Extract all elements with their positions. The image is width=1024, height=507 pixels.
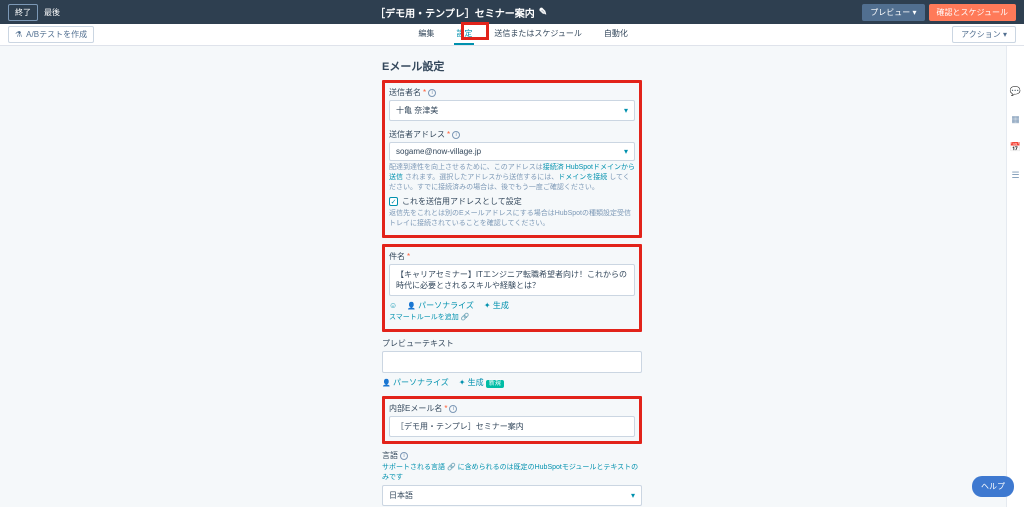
side-rail: 💬 ▦ 📅 ☰ bbox=[1006, 46, 1024, 507]
page-title: ［デモ用・テンプレ］セミナー案内 ✎ bbox=[68, 5, 854, 20]
internal-name-input[interactable]: ［デモ用・テンプレ］セミナー案内 bbox=[389, 416, 635, 437]
generate-link[interactable]: ✦ 生成 bbox=[484, 300, 509, 311]
comment-icon[interactable]: 💬 bbox=[1011, 86, 1021, 96]
info-icon: i bbox=[449, 405, 457, 413]
reply-address-help: 返信先をこれとは別のEメールアドレスにする場合はHubSpotの種類設定受信トレ… bbox=[389, 209, 635, 229]
annotation-box-subject: 件名* 【キャリアセミナー】ITエンジニア転職希望者向け！これからの時代に必要と… bbox=[382, 244, 642, 332]
personalize-link[interactable]: 👤 パーソナライズ bbox=[382, 377, 449, 388]
language-help: サポートされる言語 🔗 に含められるのは既定のHubSpotモジュールとテキスト… bbox=[382, 463, 642, 483]
chevron-down-icon: ▾ bbox=[624, 147, 628, 156]
beaker-icon: ⚗ bbox=[15, 30, 22, 39]
main-content: Eメール設定 送信者名*i 十亀 奈津美▾ 送信者アドレス*i sogame@n… bbox=[0, 46, 1024, 507]
from-address-help: 配達到達性を向上させるために、このアドレスは接続済 HubSpotドメインから送… bbox=[389, 163, 635, 192]
tab-send[interactable]: 送信またはスケジュール bbox=[492, 24, 583, 45]
subject-input[interactable]: 【キャリアセミナー】ITエンジニア転職希望者向け！これからの時代に必要とされるス… bbox=[389, 264, 635, 296]
chevron-down-icon: ▾ bbox=[631, 491, 635, 500]
info-icon: i bbox=[400, 452, 408, 460]
tabs: 編集 設定 送信またはスケジュール 自動化 bbox=[94, 24, 952, 45]
annotation-box-internal: 内部Eメール名*i ［デモ用・テンプレ］セミナー案内 bbox=[382, 396, 642, 444]
grid-icon[interactable]: ▦ bbox=[1011, 114, 1021, 124]
new-badge: 新規 bbox=[486, 380, 504, 388]
from-name-select[interactable]: 十亀 奈津美▾ bbox=[389, 100, 635, 121]
info-icon: i bbox=[452, 131, 460, 139]
sub-bar: ⚗ A/Bテストを作成 編集 設定 送信またはスケジュール 自動化 アクション … bbox=[0, 24, 1024, 46]
personalize-link[interactable]: 👤 パーソナライズ bbox=[407, 300, 474, 311]
help-fab[interactable]: ヘルプ bbox=[972, 476, 1014, 497]
language-select[interactable]: 日本語▾ bbox=[382, 485, 642, 506]
from-address-select[interactable]: sogame@now-village.jp▾ bbox=[389, 142, 635, 161]
breadcrumb: 最後 bbox=[44, 7, 60, 18]
list-icon[interactable]: ☰ bbox=[1011, 170, 1021, 180]
actions-dropdown[interactable]: アクション ▾ bbox=[952, 26, 1016, 43]
tab-edit[interactable]: 編集 bbox=[416, 24, 436, 45]
reply-address-checkbox[interactable]: ✓ bbox=[389, 197, 398, 206]
preview-text-input[interactable] bbox=[382, 351, 642, 373]
publish-schedule-button[interactable]: 確認とスケジュール bbox=[929, 4, 1016, 21]
info-icon: i bbox=[428, 89, 436, 97]
preview-button[interactable]: プレビュー ▾ bbox=[862, 4, 924, 21]
tab-settings[interactable]: 設定 bbox=[454, 24, 474, 45]
smart-rules-link[interactable]: スマートルールを追加 🔗 bbox=[389, 314, 469, 321]
top-bar: 終了 最後 ［デモ用・テンプレ］セミナー案内 ✎ プレビュー ▾ 確認とスケジュ… bbox=[0, 0, 1024, 24]
ab-test-button[interactable]: ⚗ A/Bテストを作成 bbox=[8, 26, 94, 43]
chevron-down-icon: ▾ bbox=[624, 106, 628, 115]
section-title: Eメール設定 bbox=[382, 58, 642, 74]
tab-automation[interactable]: 自動化 bbox=[602, 24, 630, 45]
calendar-icon[interactable]: 📅 bbox=[1011, 142, 1021, 152]
annotation-box-sender: 送信者名*i 十亀 奈津美▾ 送信者アドレス*i sogame@now-vill… bbox=[382, 80, 642, 238]
generate-link[interactable]: ✦ 生成 新規 bbox=[459, 377, 504, 388]
reply-address-label: これを送信用アドレスとして設定 bbox=[402, 196, 522, 207]
emoji-icon[interactable]: ☺ bbox=[389, 301, 397, 310]
connect-domain-link[interactable]: ドメインを接続 bbox=[558, 174, 607, 181]
exit-button[interactable]: 終了 bbox=[8, 4, 38, 21]
edit-title-icon[interactable]: ✎ bbox=[539, 7, 547, 18]
